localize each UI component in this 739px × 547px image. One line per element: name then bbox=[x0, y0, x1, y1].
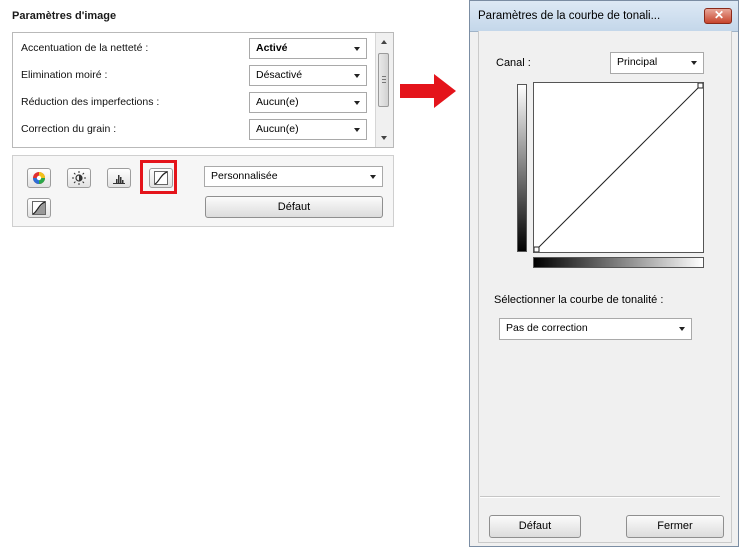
scroll-down-icon[interactable] bbox=[381, 136, 387, 140]
setting-row-moire: Elimination moiré : Désactivé bbox=[13, 64, 373, 86]
dialog-titlebar[interactable]: Paramètres de la courbe de tonali... ✕ bbox=[470, 1, 738, 32]
color-wheel-icon bbox=[33, 172, 45, 184]
arrow-right-icon bbox=[400, 74, 456, 108]
chevron-down-icon bbox=[354, 128, 360, 132]
input-gradient-bar bbox=[533, 257, 704, 268]
image-settings-list: Accentuation de la netteté : Activé Elim… bbox=[12, 32, 394, 148]
brightness-contrast-button[interactable] bbox=[67, 168, 91, 188]
curve-point-end bbox=[697, 83, 703, 89]
tone-curve-highlight bbox=[140, 160, 177, 194]
tone-curve-graph[interactable] bbox=[533, 82, 704, 253]
channel-label: Canal : bbox=[496, 57, 531, 69]
dust-reduction-dropdown[interactable]: Aucun(e) bbox=[249, 92, 367, 113]
curve-select-label: Sélectionner la courbe de tonalité : bbox=[494, 294, 664, 306]
curve-select-dropdown[interactable]: Pas de correction bbox=[499, 318, 692, 340]
histogram-icon bbox=[113, 175, 125, 184]
chevron-down-icon bbox=[354, 101, 360, 105]
chevron-down-icon bbox=[354, 47, 360, 51]
setting-row-sharpness: Accentuation de la netteté : Activé bbox=[13, 37, 373, 59]
close-icon: ✕ bbox=[714, 8, 725, 22]
dropdown-value: Personnalisée bbox=[211, 170, 278, 182]
preset-dropdown[interactable]: Personnalisée bbox=[204, 166, 383, 187]
setting-row-grain: Correction du grain : Aucun(e) bbox=[13, 118, 373, 140]
setting-label: Elimination moiré : bbox=[21, 69, 108, 81]
setting-label: Réduction des imperfections : bbox=[21, 96, 160, 108]
tone-curve-line bbox=[534, 83, 703, 252]
settings-scrollbar[interactable] bbox=[375, 33, 393, 147]
brightness-icon bbox=[72, 171, 86, 185]
dropdown-value: Pas de correction bbox=[506, 322, 588, 334]
grain-correction-dropdown[interactable]: Aucun(e) bbox=[249, 119, 367, 140]
color-balance-button[interactable] bbox=[27, 168, 51, 188]
dialog-title: Paramètres de la courbe de tonali... bbox=[478, 10, 661, 22]
moire-dropdown[interactable]: Désactivé bbox=[249, 65, 367, 86]
final-review-button[interactable] bbox=[27, 198, 51, 218]
adjustment-tools: Personnalisée Défaut bbox=[12, 155, 394, 227]
chevron-down-icon bbox=[679, 327, 685, 331]
curve-point-start bbox=[534, 246, 540, 252]
output-gradient-bar bbox=[517, 84, 527, 252]
dropdown-value: Principal bbox=[617, 56, 658, 68]
dropdown-value: Activé bbox=[256, 42, 288, 54]
setting-label: Correction du grain : bbox=[21, 123, 117, 135]
chevron-down-icon bbox=[354, 74, 360, 78]
divider bbox=[480, 496, 720, 498]
setting-label: Accentuation de la netteté : bbox=[21, 42, 149, 54]
dropdown-value: Désactivé bbox=[256, 69, 303, 81]
sharpness-dropdown[interactable]: Activé bbox=[249, 38, 367, 59]
channel-dropdown[interactable]: Principal bbox=[610, 52, 704, 74]
scrollbar-thumb[interactable] bbox=[378, 53, 389, 107]
scroll-up-icon[interactable] bbox=[381, 40, 387, 44]
chevron-down-icon bbox=[370, 175, 376, 179]
default-button[interactable]: Défaut bbox=[205, 196, 383, 218]
dialog-default-button[interactable]: Défaut bbox=[489, 515, 581, 538]
dialog-close-button[interactable]: Fermer bbox=[626, 515, 724, 538]
dropdown-value: Aucun(e) bbox=[256, 123, 299, 135]
histogram-button[interactable] bbox=[107, 168, 131, 188]
dropdown-value: Aucun(e) bbox=[256, 96, 299, 108]
close-window-button[interactable]: ✕ bbox=[704, 8, 732, 24]
final-review-icon bbox=[32, 201, 46, 215]
image-settings-title: Paramètres d'image bbox=[12, 10, 117, 22]
setting-row-dust: Réduction des imperfections : Aucun(e) bbox=[13, 91, 373, 113]
chevron-down-icon bbox=[691, 61, 697, 65]
